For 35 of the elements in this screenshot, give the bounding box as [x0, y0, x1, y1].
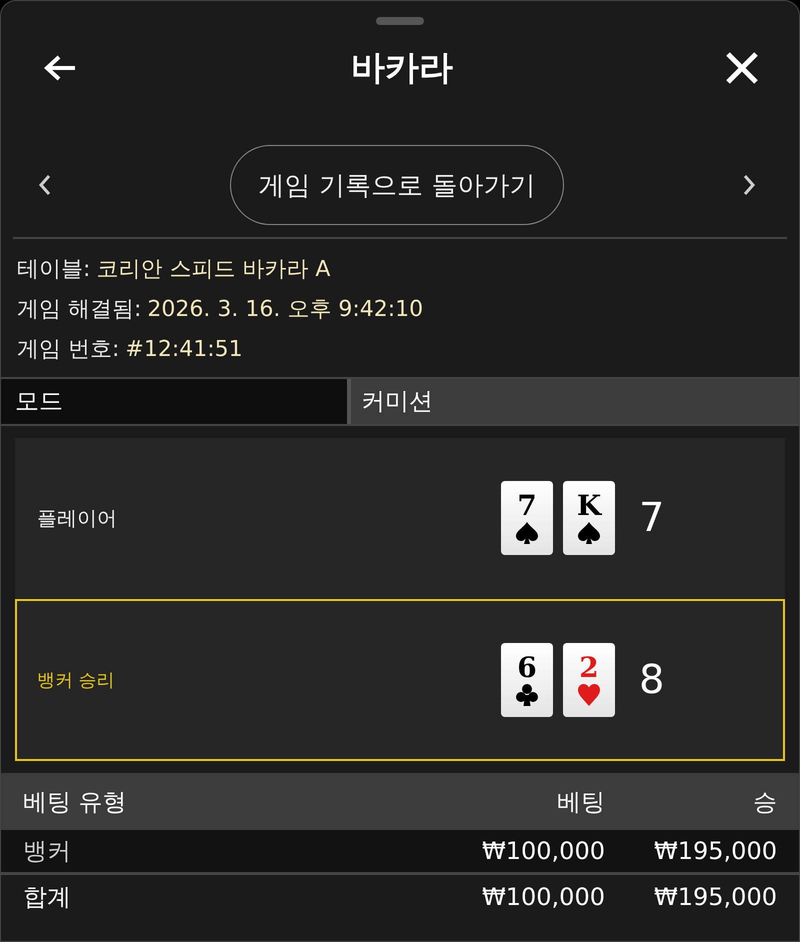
window-title: 바카라	[351, 47, 453, 90]
club-icon	[515, 683, 539, 707]
spade-icon	[577, 521, 601, 545]
playing-card: K	[563, 481, 615, 555]
info-label: 게임 번호:	[17, 337, 120, 362]
info-label: 테이블:	[17, 257, 90, 282]
spade-icon	[515, 521, 539, 545]
hand-score: 7	[639, 495, 664, 541]
table-cell-text: 뱅커	[23, 836, 72, 867]
column-header: 승	[752, 786, 777, 818]
info-value: 코리안 스피드 바카라 A	[96, 257, 330, 282]
drag-handle[interactable]	[376, 17, 424, 25]
hand-label: 뱅커 승리	[36, 669, 116, 692]
playing-card: 6	[501, 643, 553, 717]
info-value: 2026. 3. 16. 오후 9:42:10	[147, 297, 424, 322]
chevron-right-icon[interactable]	[741, 173, 757, 197]
table-cell-text: ₩100,000	[481, 883, 605, 911]
info-label: 게임 해결됨:	[17, 297, 142, 322]
heart-icon	[577, 683, 601, 707]
close-icon[interactable]	[725, 51, 759, 85]
table-cell-text: ₩195,000	[653, 837, 777, 865]
playing-card: 7	[501, 481, 553, 555]
table-cell-text: 합계	[23, 882, 72, 913]
table-cell-text: ₩100,000	[481, 837, 605, 865]
column-header: 베팅 유형	[23, 786, 128, 818]
chevron-left-icon[interactable]	[37, 173, 53, 197]
hand-label: 플레이어	[36, 504, 118, 532]
hand-score: 8	[639, 657, 664, 703]
playing-card: 2	[563, 643, 615, 717]
table-cell-text: ₩195,000	[653, 883, 777, 911]
column-header: 베팅	[556, 786, 605, 818]
mode-label: 모드	[1, 379, 347, 424]
back-to-history-button[interactable]: 게임 기록으로 돌아가기	[230, 145, 564, 225]
info-value: #12:41:51	[125, 337, 243, 362]
mode-value: 커미션	[351, 379, 799, 424]
